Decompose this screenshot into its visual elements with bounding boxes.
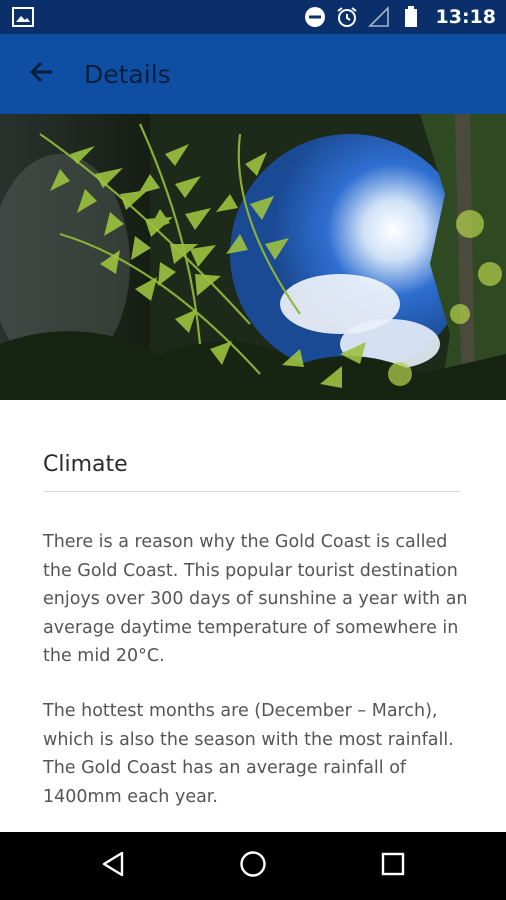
signal-icon	[367, 6, 390, 28]
app-bar: Details	[0, 34, 506, 114]
nav-recents-button[interactable]	[373, 846, 413, 886]
home-circle-icon	[239, 850, 267, 882]
rainforest-photo	[0, 114, 506, 400]
nav-home-button[interactable]	[233, 846, 273, 886]
battery-icon	[400, 6, 422, 28]
nav-back-button[interactable]	[93, 846, 133, 886]
status-time: 13:18	[435, 6, 496, 28]
system-nav-bar	[0, 832, 506, 900]
recents-square-icon	[381, 852, 405, 880]
section-title: Climate	[43, 452, 128, 477]
image-notification-icon	[12, 7, 34, 27]
alarm-icon	[336, 6, 358, 28]
paragraph-intro: There is a reason why the Gold Coast is …	[43, 532, 468, 666]
hero-image	[0, 114, 506, 400]
back-button[interactable]	[12, 45, 70, 103]
content-card: Climate There is a reason why the Gold C…	[0, 400, 506, 832]
divider	[43, 491, 461, 492]
page-title: Details	[84, 59, 171, 89]
status-icons: 13:18	[304, 0, 496, 34]
back-triangle-icon	[101, 851, 125, 881]
arrow-back-icon	[28, 59, 54, 89]
paragraph-hottest-months: The hottest months are (December – March…	[43, 701, 454, 807]
status-bar: 13:18	[0, 0, 506, 34]
do-not-disturb-icon	[304, 6, 326, 28]
